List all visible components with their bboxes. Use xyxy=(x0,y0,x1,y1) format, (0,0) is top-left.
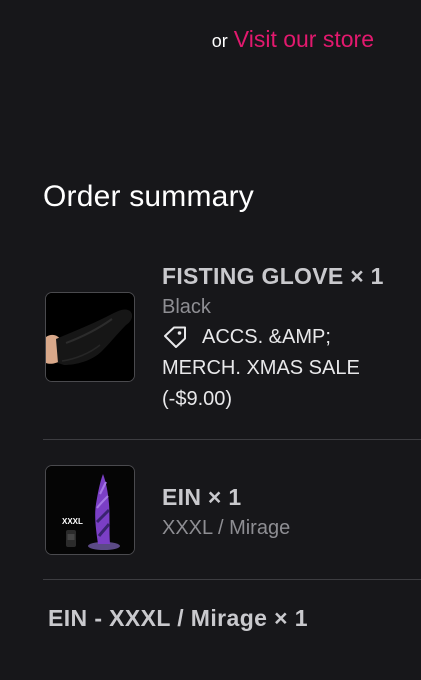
order-item: XXXL EIN × 1 XXXL / Mirage xyxy=(43,465,421,560)
order-item: FISTING GLOVE × 1 Black ACCS. &AMP; MERC… xyxy=(43,260,421,420)
additional-item-line: EIN - XXXL / Mirage × 1 xyxy=(48,605,308,631)
item-name: EIN × 1 xyxy=(162,484,242,510)
size-label: XXXL xyxy=(62,517,83,526)
glove-image xyxy=(46,293,134,381)
item-divider xyxy=(43,579,421,580)
store-link-prefix: or xyxy=(211,31,228,51)
item-variant: Black xyxy=(162,296,211,318)
item-divider xyxy=(43,439,421,440)
item-name: FISTING GLOVE × 1 xyxy=(162,263,384,289)
order-item-details: EIN × 1 XXXL / Mirage xyxy=(162,481,385,543)
store-link-row: or Visit our store xyxy=(212,26,374,53)
discount-line: ACCS. &AMP; MERCH. XMAS SALE (-$9.00) xyxy=(162,322,385,415)
order-summary-title: Order summary xyxy=(43,180,254,213)
visit-store-link[interactable]: Visit our store xyxy=(234,26,374,53)
item-variant: XXXL / Mirage xyxy=(162,517,291,539)
ein-product-image: XXXL xyxy=(46,466,134,554)
product-image-ein[interactable]: XXXL xyxy=(45,465,135,555)
tag-icon xyxy=(164,326,186,348)
order-item-details: FISTING GLOVE × 1 Black ACCS. &AMP; MERC… xyxy=(162,260,385,415)
product-image-fisting-glove[interactable] xyxy=(45,292,135,382)
discount-text: ACCS. &AMP; MERCH. XMAS SALE (-$9.00) xyxy=(162,326,360,410)
